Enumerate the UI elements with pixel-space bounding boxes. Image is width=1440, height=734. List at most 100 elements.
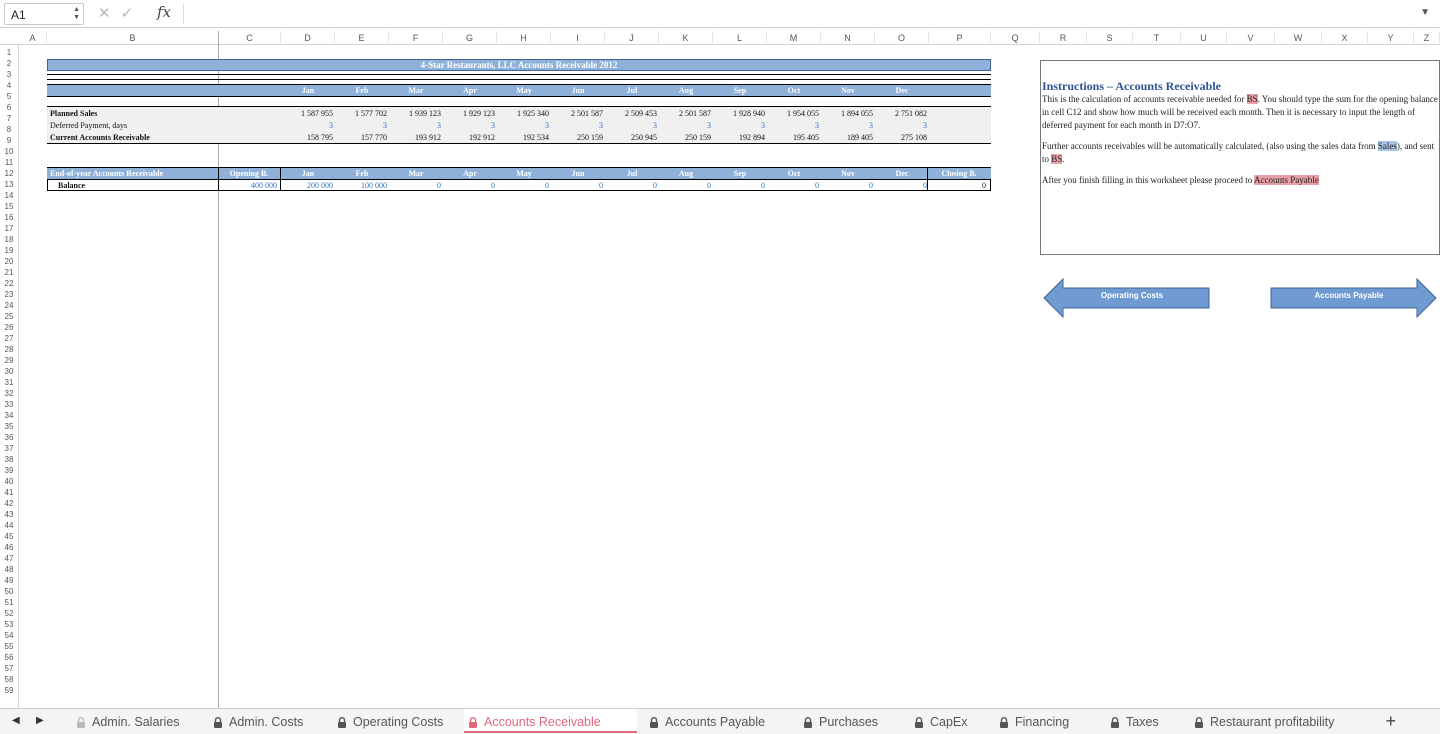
- deferred-days-cell[interactable]: 3: [335, 120, 387, 131]
- sheet-tab[interactable]: Taxes: [1106, 709, 1183, 733]
- balance-cell[interactable]: 0: [767, 180, 819, 191]
- balance-cell[interactable]: 0: [713, 180, 765, 191]
- column-header[interactable]: P: [929, 31, 991, 45]
- back-arrow-button[interactable]: Operating Costs: [1043, 278, 1211, 318]
- deferred-days-cell[interactable]: 3: [875, 120, 927, 131]
- add-sheet-button[interactable]: +: [1385, 711, 1396, 732]
- deferred-days-cell[interactable]: 3: [281, 120, 333, 131]
- current-ar-cell[interactable]: 189 405: [821, 132, 873, 143]
- planned-sales-cell[interactable]: 1 577 702: [335, 108, 387, 119]
- column-header[interactable]: T: [1133, 31, 1181, 45]
- current-ar-cell[interactable]: 193 912: [389, 132, 441, 143]
- balance-cell[interactable]: 0: [821, 180, 873, 191]
- balance-cell[interactable]: 0: [605, 180, 657, 191]
- sheet-grid[interactable]: 4-Star Restaurants, LLC Accounts Receiva…: [0, 45, 1440, 708]
- column-header[interactable]: D: [281, 31, 335, 45]
- column-header[interactable]: Z: [1414, 31, 1440, 45]
- column-header[interactable]: L: [713, 31, 767, 45]
- column-header[interactable]: K: [659, 31, 713, 45]
- fx-icon[interactable]: fx: [157, 3, 171, 21]
- deferred-days-cell[interactable]: 3: [821, 120, 873, 131]
- balance-cell[interactable]: 0: [659, 180, 711, 191]
- balance-cell[interactable]: 0: [443, 180, 495, 191]
- deferred-days-cell[interactable]: 3: [551, 120, 603, 131]
- current-ar-cell[interactable]: 250 159: [659, 132, 711, 143]
- column-header[interactable]: N: [821, 31, 875, 45]
- column-header[interactable]: A: [19, 31, 47, 45]
- sheet-tab[interactable]: Accounts Payable: [645, 709, 793, 733]
- balance-cell[interactable]: 0: [551, 180, 603, 191]
- column-header[interactable]: C: [219, 31, 281, 45]
- formula-expand-icon[interactable]: ▼: [1420, 7, 1430, 18]
- planned-sales-cell[interactable]: 1 894 055: [821, 108, 873, 119]
- sheet-tab[interactable]: Financing: [995, 709, 1099, 733]
- bs-link[interactable]: BS: [1246, 94, 1258, 104]
- column-header[interactable]: S: [1087, 31, 1133, 45]
- column-header[interactable]: H: [497, 31, 551, 45]
- planned-sales-cell[interactable]: 1 928 940: [713, 108, 765, 119]
- deferred-days-cell[interactable]: 3: [443, 120, 495, 131]
- sheet-tab[interactable]: Admin. Salaries: [72, 709, 202, 733]
- deferred-days-cell[interactable]: 3: [713, 120, 765, 131]
- current-ar-cell[interactable]: 158 795: [281, 132, 333, 143]
- current-ar-cell[interactable]: 157 770: [335, 132, 387, 143]
- sheet-tab[interactable]: CapEx: [910, 709, 988, 733]
- sheet-tab[interactable]: Admin. Costs: [209, 709, 326, 733]
- prev-sheet-icon[interactable]: ◀: [12, 715, 20, 726]
- planned-sales-cell[interactable]: 1 954 055: [767, 108, 819, 119]
- planned-sales-cell[interactable]: 1 929 123: [443, 108, 495, 119]
- column-header[interactable]: E: [335, 31, 389, 45]
- balance-cell[interactable]: 0: [497, 180, 549, 191]
- bs-link[interactable]: BS: [1051, 154, 1063, 164]
- closing-balance-value[interactable]: 0: [934, 180, 986, 191]
- sheet-tab[interactable]: Purchases: [799, 709, 903, 733]
- planned-sales-cell[interactable]: 2 509 453: [605, 108, 657, 119]
- planned-sales-cell[interactable]: 1 939 123: [389, 108, 441, 119]
- balance-cell[interactable]: 200 000: [281, 180, 333, 191]
- name-box[interactable]: A1 ▲ ▼: [4, 3, 84, 25]
- deferred-days-cell[interactable]: 3: [659, 120, 711, 131]
- sales-link[interactable]: Sales: [1377, 141, 1397, 151]
- column-header[interactable]: M: [767, 31, 821, 45]
- column-header[interactable]: Q: [991, 31, 1040, 45]
- column-header[interactable]: I: [551, 31, 605, 45]
- planned-sales-cell[interactable]: 2 501 587: [551, 108, 603, 119]
- deferred-days-cell[interactable]: 3: [389, 120, 441, 131]
- current-ar-cell[interactable]: 192 912: [443, 132, 495, 143]
- planned-sales-cell[interactable]: 2 501 587: [659, 108, 711, 119]
- column-header[interactable]: O: [875, 31, 929, 45]
- name-box-spinner-icon[interactable]: ▲ ▼: [73, 6, 80, 22]
- balance-cell[interactable]: 0: [389, 180, 441, 191]
- confirm-icon[interactable]: ✓: [121, 5, 144, 22]
- column-header[interactable]: B: [47, 31, 219, 45]
- current-ar-cell[interactable]: 195 405: [767, 132, 819, 143]
- opening-balance-value[interactable]: 400 000: [225, 180, 277, 191]
- current-ar-cell[interactable]: 250 945: [605, 132, 657, 143]
- cancel-icon[interactable]: ✕: [98, 5, 121, 22]
- planned-sales-cell[interactable]: 2 751 082: [875, 108, 927, 119]
- deferred-days-cell[interactable]: 3: [497, 120, 549, 131]
- sheet-tab[interactable]: Restaurant profitability: [1190, 709, 1360, 733]
- current-ar-cell[interactable]: 192 894: [713, 132, 765, 143]
- column-header[interactable]: V: [1227, 31, 1275, 45]
- column-header[interactable]: F: [389, 31, 443, 45]
- balance-cell[interactable]: 0: [875, 180, 927, 191]
- deferred-days-cell[interactable]: 3: [605, 120, 657, 131]
- current-ar-cell[interactable]: 275 108: [875, 132, 927, 143]
- current-ar-cell[interactable]: 192 534: [497, 132, 549, 143]
- planned-sales-cell[interactable]: 1 925 340: [497, 108, 549, 119]
- column-header[interactable]: U: [1181, 31, 1227, 45]
- accounts-payable-link[interactable]: Accounts Payable: [1253, 175, 1319, 185]
- balance-cell[interactable]: 100 000: [335, 180, 387, 191]
- current-ar-cell[interactable]: 250 159: [551, 132, 603, 143]
- column-header[interactable]: G: [443, 31, 497, 45]
- column-header[interactable]: X: [1322, 31, 1368, 45]
- column-header[interactable]: J: [605, 31, 659, 45]
- next-sheet-icon[interactable]: ▶: [36, 715, 44, 726]
- sheet-tab[interactable]: Operating Costs: [333, 709, 457, 733]
- deferred-days-cell[interactable]: 3: [767, 120, 819, 131]
- column-header[interactable]: W: [1275, 31, 1322, 45]
- forward-arrow-button[interactable]: Accounts Payable: [1270, 278, 1438, 318]
- column-header[interactable]: Y: [1368, 31, 1414, 45]
- planned-sales-cell[interactable]: 1 587 955: [281, 108, 333, 119]
